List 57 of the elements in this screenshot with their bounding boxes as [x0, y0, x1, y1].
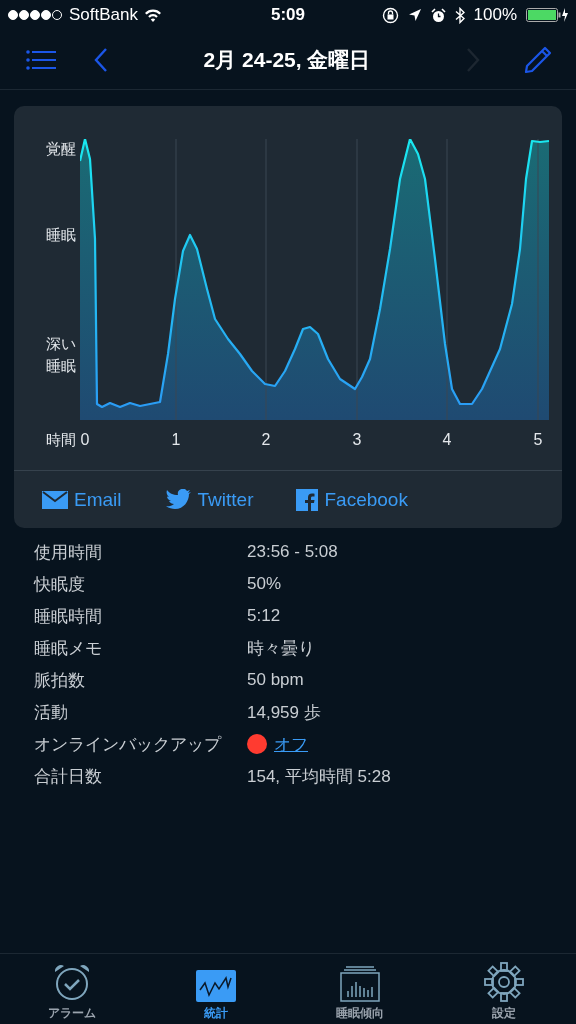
backup-link[interactable]: オフ — [274, 732, 308, 756]
detail-label: オンラインバックアップ — [34, 733, 223, 756]
hour-tick: 3 — [351, 431, 363, 449]
envelope-icon — [42, 490, 68, 509]
previous-button[interactable] — [94, 47, 108, 72]
tab[interactable]: アラーム — [0, 954, 144, 1024]
battery-percent: 100% — [473, 5, 517, 25]
tab[interactable]: 設定 — [432, 954, 576, 1024]
detail-value: 50% — [247, 574, 282, 594]
share-link[interactable]: Email — [42, 488, 122, 511]
share-link[interactable]: Facebook — [296, 488, 408, 511]
detail-label: 合計日数 — [34, 765, 103, 788]
line-graph-icon — [196, 970, 236, 1002]
detail-label: 睡眠時間 — [34, 605, 103, 628]
carrier-name: SoftBank — [69, 5, 138, 25]
detail-value: 5:12 — [247, 606, 281, 626]
sleep-stage-label: 覚醒 — [46, 139, 77, 159]
location-icon — [407, 8, 422, 22]
date-title: 2月 24-25, 金曜日 — [202, 46, 372, 73]
hour-tick: 4 — [441, 431, 453, 449]
alarm-clock-icon — [52, 962, 92, 1002]
chevron-left-icon — [94, 47, 108, 72]
hour-tick: 1 — [170, 431, 182, 449]
sleep-stage-label: 深い睡眠 — [46, 334, 77, 376]
detail-value: 23:56 - 5:08 — [247, 542, 338, 562]
list-icon — [26, 49, 56, 70]
pencil-icon — [524, 45, 552, 74]
bird-icon — [164, 488, 192, 511]
hour-tick: 2 — [260, 431, 272, 449]
signal-icon — [8, 9, 63, 21]
settings-icon — [484, 962, 524, 1002]
detail-label: 睡眠メモ — [34, 637, 103, 660]
detail-value: 時々曇り — [247, 637, 315, 660]
bar-chart-icon — [340, 966, 380, 1002]
hour-tick: 5 — [532, 431, 544, 449]
sleep-stage-label: 睡眠 — [46, 225, 77, 245]
tab[interactable]: 睡眠傾向 — [288, 954, 432, 1024]
detail-value: 154, 平均時間 5:28 — [247, 765, 391, 788]
wifi-icon — [144, 8, 162, 22]
alarm-icon — [430, 7, 446, 23]
clock-time: 5:09 — [271, 5, 305, 25]
edit-button[interactable] — [524, 45, 552, 74]
detail-label: 使用時間 — [34, 541, 103, 564]
menu-button[interactable] — [26, 49, 56, 70]
rotation-lock-icon — [381, 6, 399, 24]
battery-icon — [526, 7, 568, 23]
facebook-icon — [296, 488, 319, 511]
detail-value: 50 bpm — [247, 670, 304, 690]
detail-value: 14,959 歩 — [247, 701, 321, 724]
share-link[interactable]: Twitter — [164, 488, 254, 511]
detail-label: 活動 — [34, 701, 69, 724]
bluetooth-icon — [454, 6, 465, 24]
hour-tick: 0 — [79, 431, 91, 449]
axis-label: 時間 — [46, 431, 76, 450]
tab[interactable]: 統計 — [144, 954, 288, 1024]
detail-label: 脈拍数 — [34, 669, 86, 692]
detail-label: 快眠度 — [34, 573, 86, 596]
